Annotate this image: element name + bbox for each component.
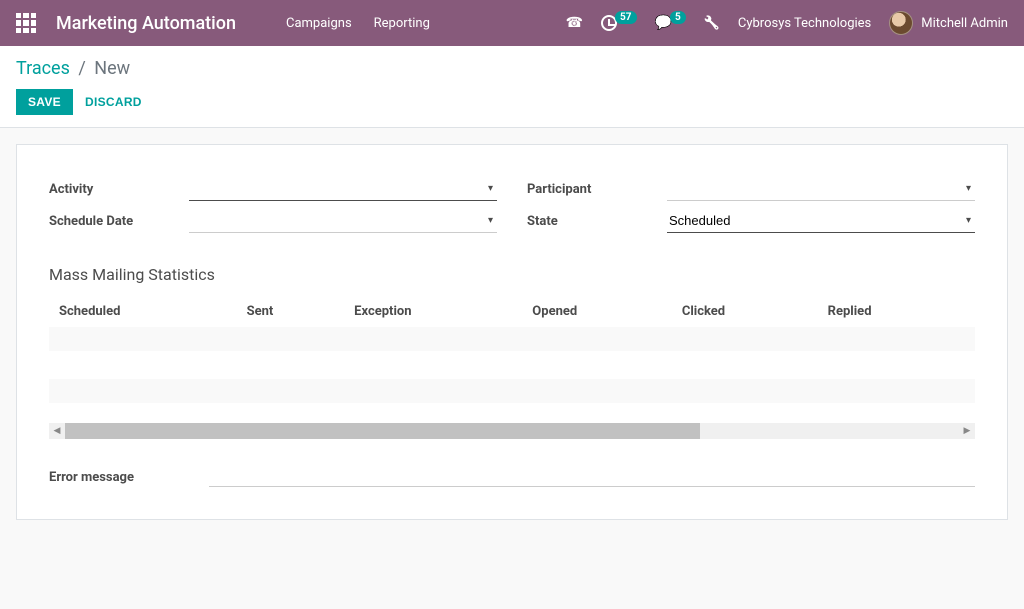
error-message-field[interactable] [209, 467, 975, 487]
col-sent: Sent [237, 296, 345, 327]
app-brand[interactable]: Marketing Automation [56, 13, 236, 34]
form-sheet: Activity ▾ Schedule Date ▾ Participa [16, 144, 1008, 520]
table-gap [49, 351, 975, 379]
table-row[interactable] [49, 327, 975, 351]
scroll-thumb[interactable] [65, 423, 700, 439]
col-opened: Opened [522, 296, 672, 327]
apps-icon[interactable] [16, 13, 36, 33]
menu-campaigns[interactable]: Campaigns [286, 16, 352, 31]
avatar [889, 11, 913, 35]
activity-label: Activity [49, 182, 189, 197]
state-field[interactable] [667, 209, 975, 233]
save-button[interactable]: Save [16, 89, 73, 115]
activities-icon[interactable]: 57 [601, 15, 636, 31]
col-replied: Replied [818, 296, 965, 327]
messages-icon[interactable]: 5 [655, 15, 686, 31]
col-exception: Exception [344, 296, 522, 327]
stats-table: Scheduled Sent Exception Opened Clicked … [49, 296, 975, 403]
user-menu[interactable]: Mitchell Admin [889, 11, 1008, 35]
phone-icon[interactable] [566, 15, 583, 31]
breadcrumb-current: New [94, 58, 130, 79]
scroll-right-icon[interactable]: ▶ [959, 426, 975, 436]
menu-reporting[interactable]: Reporting [374, 16, 430, 31]
scroll-left-icon[interactable]: ◀ [49, 426, 65, 436]
debug-icon[interactable] [704, 16, 720, 31]
activity-field[interactable] [189, 177, 497, 201]
breadcrumb: Traces / New [16, 58, 1008, 79]
company-switcher[interactable]: Cybrosys Technologies [738, 16, 871, 31]
participant-label: Participant [527, 182, 667, 197]
breadcrumb-parent[interactable]: Traces [16, 58, 70, 79]
col-bounced: Bounced [965, 296, 975, 327]
stats-section-title: Mass Mailing Statistics [49, 265, 975, 284]
horizontal-scrollbar[interactable]: ◀ ▶ [49, 423, 975, 439]
col-scheduled: Scheduled [49, 296, 237, 327]
col-clicked: Clicked [672, 296, 818, 327]
participant-field[interactable] [667, 177, 975, 201]
activities-badge: 57 [615, 11, 636, 24]
messages-badge: 5 [670, 11, 686, 24]
state-label: State [527, 214, 667, 229]
discard-button[interactable]: Discard [85, 95, 142, 109]
scroll-track[interactable] [65, 423, 959, 439]
breadcrumb-separator: / [78, 58, 85, 79]
schedule-date-label: Schedule Date [49, 214, 189, 229]
user-name: Mitchell Admin [921, 16, 1008, 31]
table-row[interactable] [49, 379, 975, 403]
schedule-date-field[interactable] [189, 209, 497, 233]
error-message-label: Error message [49, 470, 209, 485]
